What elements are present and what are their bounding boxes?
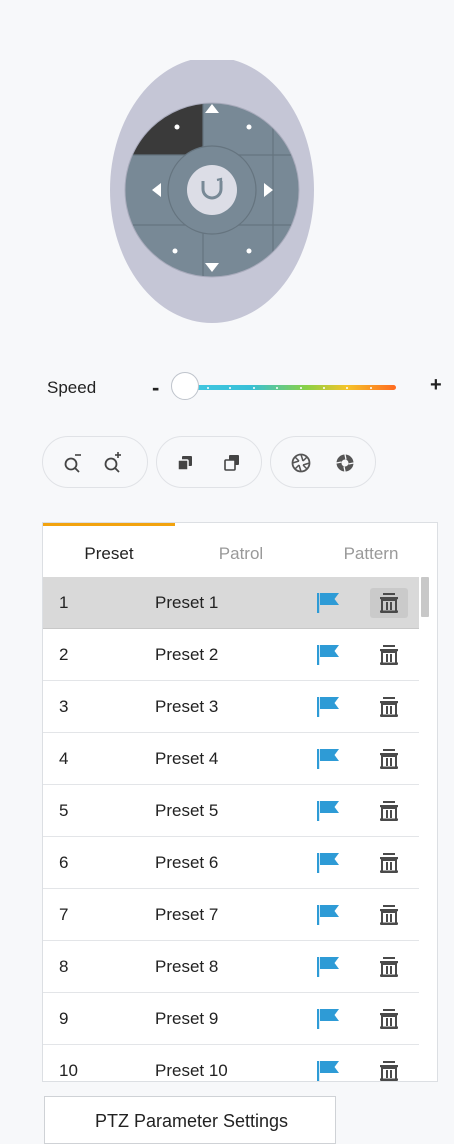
flag-icon[interactable] (315, 694, 341, 720)
ptz-up-button[interactable] (203, 83, 273, 128)
trash-icon[interactable] (370, 640, 408, 670)
iris-group (270, 436, 376, 488)
speed-slider-track[interactable] (172, 385, 396, 390)
flag-icon[interactable] (315, 954, 341, 980)
preset-name: Preset 5 (155, 801, 219, 820)
trash-icon[interactable] (370, 952, 408, 982)
preset-number: 7 (59, 905, 69, 924)
ptz-left-button[interactable] (126, 155, 168, 225)
preset-name: Preset 6 (155, 853, 219, 872)
preset-name: Preset 10 (155, 1061, 228, 1080)
flag-icon[interactable] (315, 1058, 341, 1081)
preset-number: 3 (59, 697, 69, 716)
ptz-down-button[interactable] (203, 252, 273, 277)
trash-icon[interactable] (370, 796, 408, 826)
speed-slider-handle[interactable] (171, 372, 199, 400)
preset-number: 9 (59, 1009, 69, 1028)
preset-row[interactable]: 5 Preset 5 (43, 785, 419, 837)
preset-row[interactable]: 8 Preset 8 (43, 941, 419, 993)
preset-number: 6 (59, 853, 69, 872)
preset-name: Preset 7 (155, 905, 219, 924)
preset-number: 8 (59, 957, 69, 976)
preset-name: Preset 8 (155, 957, 219, 976)
preset-number: 1 (59, 593, 69, 612)
focus-far-icon[interactable] (221, 451, 245, 475)
list-scrollbar[interactable] (421, 577, 429, 617)
ptz-down-right-button[interactable] (273, 225, 299, 277)
zoom-in-icon[interactable] (101, 451, 125, 475)
preset-number: 4 (59, 749, 69, 768)
trash-icon[interactable] (370, 1004, 408, 1034)
auto-rotate-button[interactable] (187, 165, 237, 215)
preset-number: 2 (59, 645, 69, 664)
tab-pattern[interactable]: Pattern (307, 523, 435, 577)
ptz-direction-pad (106, 60, 318, 324)
preset-number: 5 (59, 801, 69, 820)
tab-preset[interactable]: Preset (43, 523, 175, 577)
ptz-down-left-button[interactable] (126, 225, 203, 277)
preset-row[interactable]: 1 Preset 1 (43, 577, 419, 629)
focus-near-icon[interactable] (175, 451, 199, 475)
preset-row[interactable]: 7 Preset 7 (43, 889, 419, 941)
zoom-out-icon[interactable] (61, 451, 85, 475)
preset-row[interactable]: 6 Preset 6 (43, 837, 419, 889)
preset-number: 10 (59, 1061, 78, 1080)
preset-name: Preset 4 (155, 749, 219, 768)
trash-icon[interactable] (370, 900, 408, 930)
flag-icon[interactable] (315, 850, 341, 876)
ptz-parameter-settings-button[interactable]: PTZ Parameter Settings (44, 1096, 336, 1144)
speed-label: Speed (47, 378, 97, 397)
trash-icon[interactable] (370, 692, 408, 722)
preset-row[interactable]: 4 Preset 4 (43, 733, 419, 785)
iris-open-icon[interactable] (333, 451, 357, 475)
flag-icon[interactable] (315, 902, 341, 928)
flag-icon[interactable] (315, 746, 341, 772)
trash-icon[interactable] (370, 848, 408, 878)
preset-row[interactable]: 2 Preset 2 (43, 629, 419, 681)
tab-patrol[interactable]: Patrol (183, 523, 299, 577)
speed-control: Speed - + (42, 372, 442, 404)
preset-name: Preset 9 (155, 1009, 219, 1028)
zoom-group (42, 436, 148, 488)
flag-icon[interactable] (315, 1006, 341, 1032)
preset-name: Preset 1 (155, 593, 219, 612)
ptz-toolbar (42, 436, 382, 488)
preset-panel: Preset Patrol Pattern 1 Preset 1 2 Preset 2… (42, 522, 438, 1082)
ptz-control-panel: Speed - + Preset Patrol Pattern 1 Preset… (0, 0, 454, 1144)
tab-bar: Preset Patrol Pattern (43, 523, 437, 577)
iris-close-icon[interactable] (289, 451, 313, 475)
speed-increase-button[interactable]: + (430, 374, 442, 397)
preset-name: Preset 3 (155, 697, 219, 716)
flag-icon[interactable] (315, 798, 341, 824)
trash-icon[interactable] (370, 588, 408, 618)
preset-name: Preset 2 (155, 645, 219, 664)
trash-icon[interactable] (370, 744, 408, 774)
ptz-up-left-button[interactable] (126, 83, 203, 155)
preset-row[interactable]: 9 Preset 9 (43, 993, 419, 1045)
preset-row[interactable]: 10 Preset 10 (43, 1045, 419, 1081)
flag-icon[interactable] (315, 590, 341, 616)
ptz-up-right-button[interactable] (273, 83, 299, 155)
focus-group (156, 436, 262, 488)
flag-icon[interactable] (315, 642, 341, 668)
preset-list: 1 Preset 1 2 Preset 2 3 Preset 3 4 Preset 4 5 Pre… (43, 577, 419, 1081)
speed-decrease-button[interactable]: - (152, 375, 159, 401)
ptz-right-button[interactable] (256, 155, 299, 225)
preset-row[interactable]: 3 Preset 3 (43, 681, 419, 733)
trash-icon[interactable] (370, 1056, 408, 1081)
